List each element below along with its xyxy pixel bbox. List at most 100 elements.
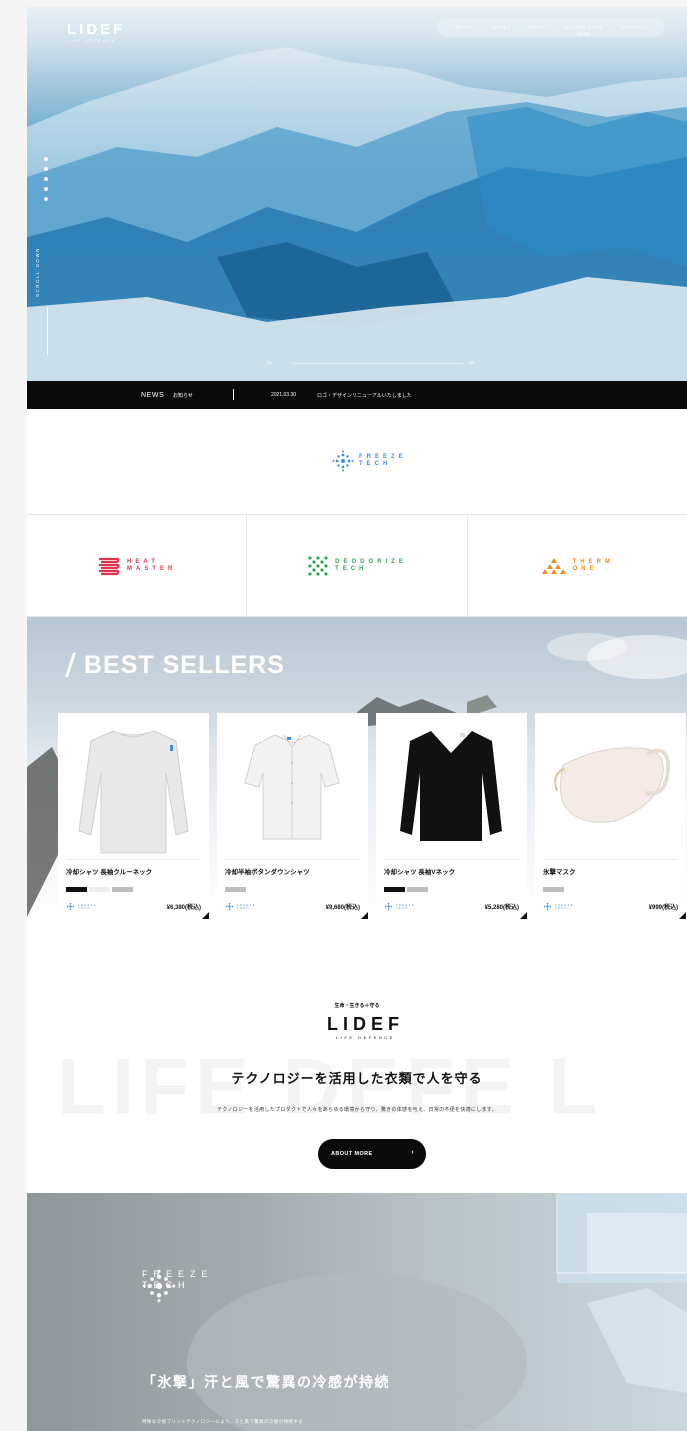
snowflake-icon [142,1269,176,1303]
snowflake-icon [543,902,552,911]
youtube-icon[interactable] [44,187,48,191]
news-label: NEWS [141,391,165,399]
product-price: ¥5,280(税込) [484,905,519,911]
tech-word: TECH [359,461,392,467]
feature-background-image [187,1193,687,1431]
nav-online-shop[interactable]: ONLINE SHOP 楽天市場 [564,25,604,36]
twitter-icon[interactable] [44,167,48,171]
card-brand-logo: FREEZE TECH [66,902,97,911]
about-more-label: ABOUT MORE [331,1151,373,1157]
brand-heat-master[interactable]: HEAT MASTER [27,515,248,616]
product-image[interactable] [376,713,527,861]
about-kicker: 生命・生きる＋守る [334,1003,380,1009]
freeze-word: FREEZE [359,454,407,460]
heat-master-icon [98,557,120,575]
product-name[interactable]: 冷却半袖ボタンダウンシャツ [225,866,310,876]
about-body: テクノロジーを活用したプロダクトで人々をあらゆる環境から守り、驚きの体感を与え、… [217,1107,497,1113]
product-card[interactable]: 氷撃マスク FREEZE TECH ¥999(税込) [535,713,686,919]
best-sellers-title: BEST SELLERS [65,651,285,680]
product-name[interactable]: 冷却シャツ 長袖クルーネック [66,866,152,876]
feature-freeze-tech-logo: FREEZE TECH [142,1269,214,1303]
product-image[interactable] [217,713,368,861]
about-more-button[interactable]: ABOUT MORE › [318,1139,426,1169]
product-card[interactable]: 冷却半袖ボタンダウンシャツ FREEZE TECH ¥9,680(税込) [217,713,368,919]
card-brand-text: FREEZE TECH [78,904,97,910]
best-sellers-section: BEST SELLERS 冷却シャツ 長袖クルーネック FREEZE TECH … [27,617,687,919]
white-button-down-shirt [244,734,340,840]
snowflake-icon [66,902,75,911]
master-word: MASTER [126,565,177,572]
about-heading: テクノロジーを活用した衣類で人を守る [231,1071,483,1086]
swatch-black[interactable] [66,887,87,892]
therm-word: THERM [572,558,614,565]
news-headline[interactable]: ロゴ・デザインリニューアルいたしました [317,392,412,399]
color-swatches [384,887,428,892]
swatch-gray[interactable] [225,887,246,892]
card-brand-text: FREEZE TECH [396,904,415,910]
deodorize-tech-word: TECH [335,565,368,572]
corner-arrow-icon[interactable] [360,912,368,919]
news-label-jp: お知らせ [173,392,193,399]
nav-news[interactable]: NEWS [529,25,546,30]
snowflake-icon [225,902,234,911]
facebook-icon[interactable] [44,157,48,161]
hero-section: LIDEF LIFE DEFENCE ABOUT SERIES NEWS ONL… [27,7,687,381]
card-brand-tech: TECH [555,906,568,910]
feature-body: 特殊な冷感プリントテクノロジーにより、汗と風で驚異の冷感が持続する [142,1419,304,1424]
swatch-black[interactable] [384,887,405,892]
brand-deodorize-tech[interactable]: DEODORIZE TECH [247,515,468,616]
product-card[interactable]: 冷却シャツ 長袖Vネック FREEZE TECH ¥5,280(税込) [376,713,527,919]
news-bar[interactable]: NEWS お知らせ 2021.03.30 ロゴ・デザインリニューアルいたしました [27,381,687,409]
product-name[interactable]: 冷却シャツ 長袖Vネック [384,866,455,876]
therm-one-icon [541,557,566,574]
feature-heading: 「氷撃」汗と風で驚異の冷感が持続 [142,1374,390,1390]
card-brand-tech: TECH [78,906,91,910]
white-face-mask [554,747,670,823]
nav-series[interactable]: SERIES [490,25,511,30]
card-brand-text: FREEZE TECH [237,904,256,910]
about-section: LIFE DEFE L 生命・生きる＋守る LIDEF LIFE DEFENCE… [27,919,687,1193]
black-vneck-shirt [400,731,502,841]
card-brand-logo: FREEZE TECH [384,902,415,911]
line-icon[interactable] [44,197,48,201]
corner-arrow-icon[interactable] [678,912,686,919]
nav-online-shop-label: ONLINE SHOP [564,25,604,30]
card-footer: FREEZE TECH ¥9,680(税込) [225,902,360,911]
swatch-white[interactable] [89,887,110,892]
product-name[interactable]: 氷撃マスク [543,866,576,876]
hero-glacier-image [27,47,687,381]
swatch-gray[interactable] [543,887,564,892]
swatch-gray[interactable] [407,887,428,892]
logo-subtitle: LIFE DEFENCE [67,39,117,43]
brand-therm-one[interactable]: THERM ONE [468,515,687,616]
instagram-icon[interactable] [44,177,48,181]
site-logo[interactable]: LIDEF LIFE DEFENCE [67,21,125,43]
product-price: ¥6,380(税込) [166,905,201,911]
news-date: 2021.03.30 [271,392,297,398]
nav-about[interactable]: ABOUT [452,25,472,30]
nav-contact[interactable]: CONTACT [622,25,649,30]
slide-progress [293,363,463,364]
about-logo-subtitle: LIFE DEFENCE [336,1035,395,1040]
product-image[interactable] [535,713,686,861]
card-divider [225,859,360,860]
corner-arrow-icon[interactable] [519,912,527,919]
freeze-tech-logo[interactable]: FREEZE TECH [332,450,407,472]
heat-word: HEAT [126,558,159,565]
about-logo: LIDEF LIFE DEFENCE [327,1014,404,1040]
snowflake-icon [384,902,393,911]
freeze-tech-text: FREEZE TECH [359,454,407,468]
freeze-tech-feature: FREEZE TECH 「氷撃」汗と風で驚異の冷感が持続 特殊な冷感プリントテク… [27,1193,687,1431]
heat-master-text: HEAT MASTER [127,559,176,573]
scroll-down-label[interactable]: SCROLL DOWN [35,247,40,297]
product-card[interactable]: 冷却シャツ 長袖クルーネック FREEZE TECH ¥6,380(税込) [58,713,209,919]
about-background-text: LIFE DEFE L [57,1042,603,1131]
corner-arrow-icon[interactable] [201,912,209,919]
product-image[interactable] [58,713,209,861]
best-sellers-title-text: BEST SELLERS [84,651,285,679]
card-footer: FREEZE TECH ¥5,280(税込) [384,902,519,911]
deodorize-icon [308,555,328,576]
page: LIDEF LIFE DEFENCE ABOUT SERIES NEWS ONL… [27,7,687,1431]
deodorize-word: DEODORIZE [335,558,407,565]
swatch-gray[interactable] [112,887,133,892]
